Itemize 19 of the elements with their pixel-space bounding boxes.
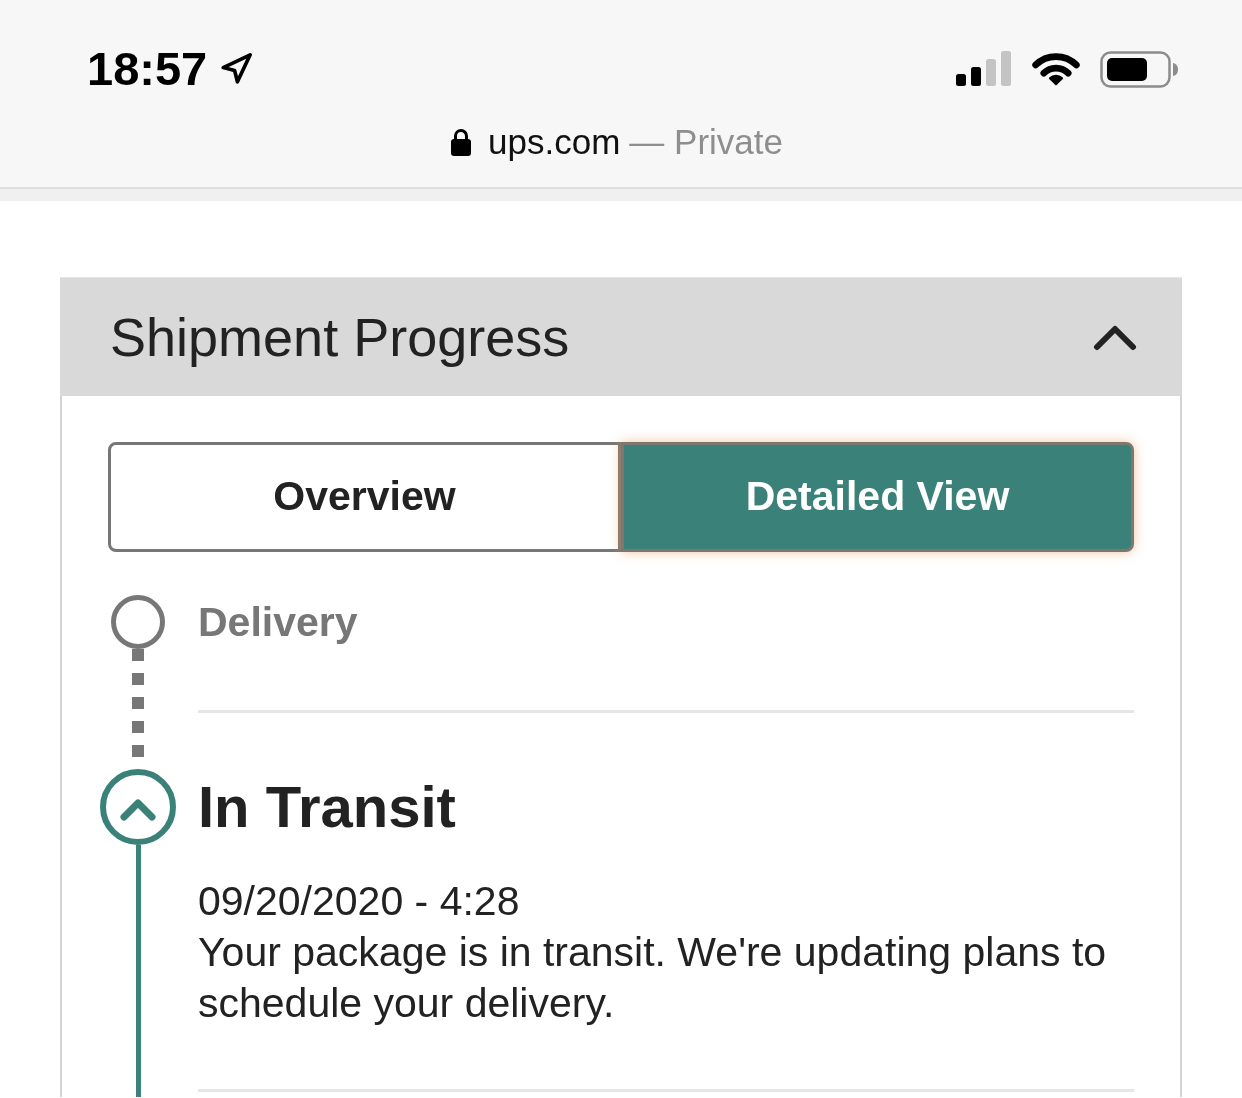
- wifi-icon: [1032, 50, 1080, 88]
- chevron-up-icon[interactable]: [1093, 323, 1137, 351]
- panel-title: Shipment Progress: [110, 307, 570, 367]
- signal-strength-icon: [956, 51, 1012, 87]
- lock-icon: [451, 128, 472, 156]
- url-text[interactable]: ups.com: [488, 122, 621, 162]
- status-time: 18:57: [87, 42, 208, 96]
- location-arrow-icon: [219, 52, 254, 86]
- chevron-circle-icon: [100, 769, 176, 845]
- battery-icon: [1100, 50, 1180, 88]
- status-title: In Transit: [198, 773, 457, 841]
- private-label: — Private: [629, 122, 783, 162]
- empty-circle-icon: [111, 595, 165, 649]
- panel-header[interactable]: Shipment Progress: [60, 277, 1182, 396]
- status-description: Your package is in transit. We're updating plans to schedule your delivery.: [198, 928, 1108, 1028]
- status-date: 09/20/2020 - 4:28: [198, 877, 521, 926]
- view-tab[interactable]: Overview: [108, 442, 621, 552]
- status-title: Delivery: [198, 598, 359, 647]
- view-tab[interactable]: Detailed View: [621, 442, 1134, 552]
